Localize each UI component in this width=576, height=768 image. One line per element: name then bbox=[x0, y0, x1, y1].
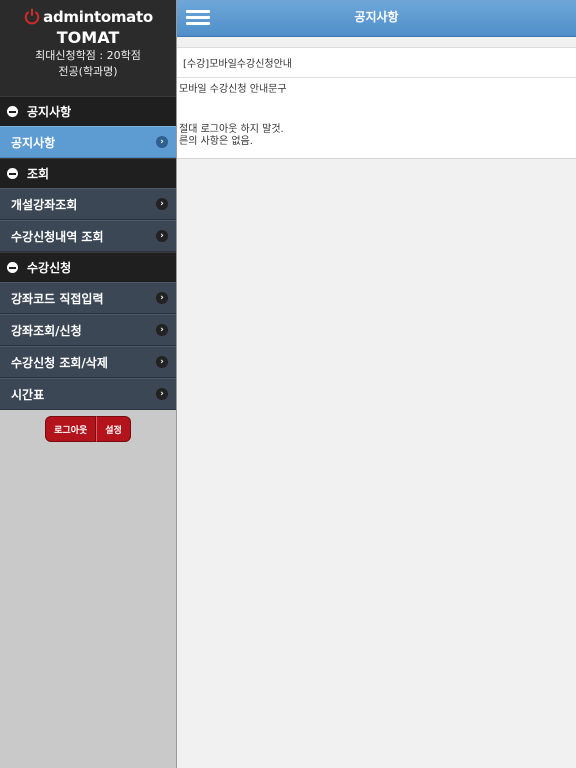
sidebar-item-enrollment-history[interactable]: 수강신청내역 조회 › bbox=[0, 220, 176, 252]
notice-line: 른의 사항은 없음. bbox=[179, 136, 253, 147]
sidebar-item-label: 시간표 bbox=[11, 387, 45, 402]
sidebar-item-course-list[interactable]: 개설강좌조회 › bbox=[0, 188, 176, 220]
chevron-right-icon: › bbox=[156, 230, 168, 242]
chevron-right-icon: › bbox=[156, 136, 168, 148]
side-panel: admintomato TOMAT 최대신청학점 : 20학점 전공(학과명) … bbox=[0, 0, 177, 768]
major: 전공(학과명) bbox=[58, 65, 118, 78]
sidebar-item-enrollment-delete[interactable]: 수강신청 조회/삭제 › bbox=[0, 346, 176, 378]
sidebar-item-label: 개설강좌조회 bbox=[11, 197, 78, 212]
user-info: admintomato TOMAT 최대신청학점 : 20학점 전공(학과명) bbox=[0, 0, 176, 96]
sidebar-item-notice[interactable]: 공지사항 › bbox=[0, 126, 176, 158]
collapse-icon bbox=[7, 262, 18, 273]
section-title: 공지사항 bbox=[27, 105, 72, 119]
page-title: 공지사항 bbox=[354, 10, 399, 24]
section-lookup[interactable]: 조회 bbox=[0, 158, 176, 188]
section-enrollment[interactable]: 수강신청 bbox=[0, 252, 176, 282]
sidebar-item-label: 강좌코드 직접입력 bbox=[11, 291, 104, 306]
sidebar-item-label: 수강신청 조회/삭제 bbox=[11, 355, 108, 370]
account-buttons: 로그아웃 설정 bbox=[0, 416, 176, 442]
settings-button[interactable]: 설정 bbox=[96, 416, 131, 442]
notice-body: 모바일 수강신청 안내문구 절대 로그아웃 하지 말것. 른의 사항은 없음. bbox=[177, 78, 576, 158]
chevron-right-icon: › bbox=[156, 356, 168, 368]
chevron-right-icon: › bbox=[156, 388, 168, 400]
chevron-right-icon: › bbox=[156, 324, 168, 336]
collapse-icon bbox=[7, 106, 18, 117]
notice-line: 모바일 수강신청 안내문구 bbox=[179, 84, 287, 95]
sidebar-item-label: 강좌조회/신청 bbox=[11, 323, 82, 338]
chevron-right-icon: › bbox=[156, 198, 168, 210]
sidebar-item-label: 공지사항 bbox=[11, 135, 56, 150]
user-id: admintomato bbox=[43, 8, 153, 26]
user-name: TOMAT bbox=[56, 28, 120, 47]
main-panel: 공지사항 [수강]모바일수강신청안내 모바일 수강신청 안내문구 절대 로그아웃… bbox=[177, 0, 576, 768]
user-id-row: admintomato bbox=[0, 8, 176, 26]
power-icon bbox=[24, 8, 40, 25]
collapse-icon bbox=[7, 168, 18, 179]
sidebar-item-label: 수강신청내역 조회 bbox=[11, 229, 104, 244]
sidebar-item-course-search[interactable]: 강좌조회/신청 › bbox=[0, 314, 176, 346]
max-credits: 최대신청학점 : 20학점 bbox=[35, 49, 141, 62]
logout-button[interactable]: 로그아웃 bbox=[45, 416, 97, 442]
top-bar: 공지사항 bbox=[177, 0, 576, 37]
notice-title[interactable]: [수강]모바일수강신청안내 bbox=[177, 48, 576, 78]
notice-line: 절대 로그아웃 하지 말것. bbox=[179, 124, 284, 135]
section-notice[interactable]: 공지사항 bbox=[0, 96, 176, 126]
sidebar-item-timetable[interactable]: 시간표 › bbox=[0, 378, 176, 410]
section-title: 조회 bbox=[27, 167, 50, 181]
section-title: 수강신청 bbox=[27, 261, 72, 275]
sidebar-item-code-entry[interactable]: 강좌코드 직접입력 › bbox=[0, 282, 176, 314]
notice-card: [수강]모바일수강신청안내 모바일 수강신청 안내문구 절대 로그아웃 하지 말… bbox=[177, 47, 576, 159]
chevron-right-icon: › bbox=[156, 292, 168, 304]
